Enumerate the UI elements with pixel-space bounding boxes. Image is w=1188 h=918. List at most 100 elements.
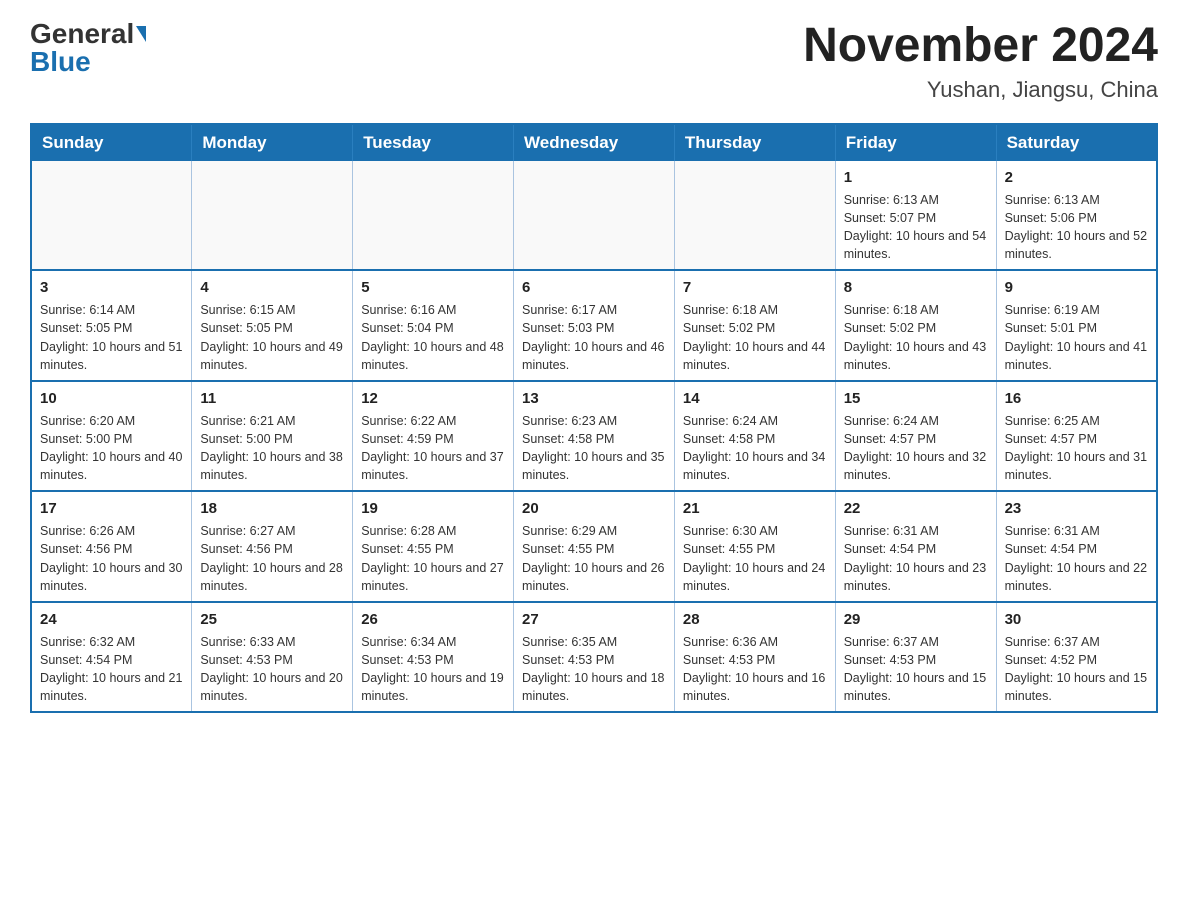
day-number: 27 (522, 609, 666, 630)
day-info: Sunrise: 6:28 AMSunset: 4:55 PMDaylight:… (361, 522, 505, 595)
calendar-day-cell: 17Sunrise: 6:26 AMSunset: 4:56 PMDayligh… (31, 491, 192, 602)
calendar-weekday-header: Monday (192, 124, 353, 161)
day-info: Sunrise: 6:36 AMSunset: 4:53 PMDaylight:… (683, 633, 827, 706)
calendar-day-cell: 2 Sunrise: 6:13 AMSunset: 5:06 PMDaylight… (996, 161, 1157, 271)
calendar-day-cell: 16Sunrise: 6:25 AMSunset: 4:57 PMDayligh… (996, 381, 1157, 492)
day-number: 18 (200, 498, 344, 519)
calendar-day-cell (353, 161, 514, 271)
day-number: 9 (1005, 277, 1148, 298)
calendar-day-cell: 12Sunrise: 6:22 AMSunset: 4:59 PMDayligh… (353, 381, 514, 492)
day-info: Sunrise: 6:21 AMSunset: 5:00 PMDaylight:… (200, 412, 344, 485)
day-info: Sunrise: 6:35 AMSunset: 4:53 PMDaylight:… (522, 633, 666, 706)
day-info: Sunrise: 6:17 AMSunset: 5:03 PMDaylight:… (522, 301, 666, 374)
day-number: 19 (361, 498, 505, 519)
calendar-day-cell: 3 Sunrise: 6:14 AMSunset: 5:05 PMDaylight… (31, 270, 192, 381)
day-number: 11 (200, 388, 344, 409)
calendar-week-row: 24Sunrise: 6:32 AMSunset: 4:54 PMDayligh… (31, 602, 1157, 713)
page-subtitle: Yushan, Jiangsu, China (803, 77, 1158, 103)
calendar-day-cell: 19 Sunrise: 6:28 AMSunset: 4:55 PMDayligh… (353, 491, 514, 602)
calendar-day-cell: 14 Sunrise: 6:24 AMSunset: 4:58 PMDayligh… (674, 381, 835, 492)
day-number: 6 (522, 277, 666, 298)
calendar-day-cell: 4 Sunrise: 6:15 AMSunset: 5:05 PMDaylight… (192, 270, 353, 381)
logo-blue: Blue (30, 48, 91, 76)
calendar-day-cell (514, 161, 675, 271)
day-info: Sunrise: 6:29 AMSunset: 4:55 PMDaylight:… (522, 522, 666, 595)
calendar-day-cell: 1Sunrise: 6:13 AMSunset: 5:07 PMDaylight… (835, 161, 996, 271)
calendar-day-cell: 25 Sunrise: 6:33 AMSunset: 4:53 PMDayligh… (192, 602, 353, 713)
calendar-weekday-header: Wednesday (514, 124, 675, 161)
day-info: Sunrise: 6:18 AMSunset: 5:02 PMDaylight:… (844, 301, 988, 374)
calendar-day-cell: 18 Sunrise: 6:27 AMSunset: 4:56 PMDayligh… (192, 491, 353, 602)
day-info: Sunrise: 6:33 AMSunset: 4:53 PMDaylight:… (200, 633, 344, 706)
logo: General Blue (30, 20, 146, 76)
day-number: 10 (40, 388, 183, 409)
day-info: Sunrise: 6:20 AMSunset: 5:00 PMDaylight:… (40, 412, 183, 485)
calendar-day-cell: 20 Sunrise: 6:29 AMSunset: 4:55 PMDayligh… (514, 491, 675, 602)
calendar-day-cell: 26 Sunrise: 6:34 AMSunset: 4:53 PMDayligh… (353, 602, 514, 713)
calendar-weekday-header: Tuesday (353, 124, 514, 161)
day-info: Sunrise: 6:15 AMSunset: 5:05 PMDaylight:… (200, 301, 344, 374)
day-number: 2 (1005, 167, 1148, 188)
calendar-day-cell: 30 Sunrise: 6:37 AMSunset: 4:52 PMDayligh… (996, 602, 1157, 713)
day-number: 1 (844, 167, 988, 188)
day-number: 28 (683, 609, 827, 630)
logo-general: General (30, 20, 134, 48)
calendar-weekday-header: Saturday (996, 124, 1157, 161)
calendar-week-row: 1Sunrise: 6:13 AMSunset: 5:07 PMDaylight… (31, 161, 1157, 271)
day-info: Sunrise: 6:37 AMSunset: 4:52 PMDaylight:… (1005, 633, 1148, 706)
title-block: November 2024 Yushan, Jiangsu, China (803, 20, 1158, 103)
page-header: General Blue November 2024 Yushan, Jiang… (30, 20, 1158, 103)
calendar-table: SundayMondayTuesdayWednesdayThursdayFrid… (30, 123, 1158, 714)
day-info: Sunrise: 6:18 AMSunset: 5:02 PMDaylight:… (683, 301, 827, 374)
day-number: 30 (1005, 609, 1148, 630)
day-number: 29 (844, 609, 988, 630)
day-info: Sunrise: 6:27 AMSunset: 4:56 PMDaylight:… (200, 522, 344, 595)
calendar-day-cell: 28 Sunrise: 6:36 AMSunset: 4:53 PMDayligh… (674, 602, 835, 713)
calendar-day-cell (192, 161, 353, 271)
calendar-week-row: 17Sunrise: 6:26 AMSunset: 4:56 PMDayligh… (31, 491, 1157, 602)
day-info: Sunrise: 6:22 AMSunset: 4:59 PMDaylight:… (361, 412, 505, 485)
calendar-day-cell: 15 Sunrise: 6:24 AMSunset: 4:57 PMDayligh… (835, 381, 996, 492)
calendar-weekday-header: Friday (835, 124, 996, 161)
day-number: 3 (40, 277, 183, 298)
day-number: 26 (361, 609, 505, 630)
day-number: 15 (844, 388, 988, 409)
calendar-day-cell: 24Sunrise: 6:32 AMSunset: 4:54 PMDayligh… (31, 602, 192, 713)
calendar-week-row: 3 Sunrise: 6:14 AMSunset: 5:05 PMDaylight… (31, 270, 1157, 381)
calendar-day-cell: 11 Sunrise: 6:21 AMSunset: 5:00 PMDayligh… (192, 381, 353, 492)
calendar-day-cell (674, 161, 835, 271)
day-number: 22 (844, 498, 988, 519)
day-info: Sunrise: 6:37 AMSunset: 4:53 PMDaylight:… (844, 633, 988, 706)
day-info: Sunrise: 6:16 AMSunset: 5:04 PMDaylight:… (361, 301, 505, 374)
calendar-day-cell: 6 Sunrise: 6:17 AMSunset: 5:03 PMDaylight… (514, 270, 675, 381)
day-info: Sunrise: 6:34 AMSunset: 4:53 PMDaylight:… (361, 633, 505, 706)
calendar-week-row: 10 Sunrise: 6:20 AMSunset: 5:00 PMDayligh… (31, 381, 1157, 492)
calendar-day-cell: 7Sunrise: 6:18 AMSunset: 5:02 PMDaylight… (674, 270, 835, 381)
calendar-day-cell: 29 Sunrise: 6:37 AMSunset: 4:53 PMDayligh… (835, 602, 996, 713)
day-info: Sunrise: 6:13 AMSunset: 5:06 PMDaylight:… (1005, 191, 1148, 264)
day-info: Sunrise: 6:26 AMSunset: 4:56 PMDaylight:… (40, 522, 183, 595)
calendar-day-cell: 27 Sunrise: 6:35 AMSunset: 4:53 PMDayligh… (514, 602, 675, 713)
page-title: November 2024 (803, 20, 1158, 73)
day-number: 20 (522, 498, 666, 519)
calendar-day-cell: 9 Sunrise: 6:19 AMSunset: 5:01 PMDaylight… (996, 270, 1157, 381)
calendar-day-cell: 23 Sunrise: 6:31 AMSunset: 4:54 PMDayligh… (996, 491, 1157, 602)
day-number: 14 (683, 388, 827, 409)
day-number: 5 (361, 277, 505, 298)
calendar-weekday-header: Thursday (674, 124, 835, 161)
calendar-day-cell: 8Sunrise: 6:18 AMSunset: 5:02 PMDaylight… (835, 270, 996, 381)
calendar-day-cell: 13Sunrise: 6:23 AMSunset: 4:58 PMDayligh… (514, 381, 675, 492)
day-number: 23 (1005, 498, 1148, 519)
calendar-header-row: SundayMondayTuesdayWednesdayThursdayFrid… (31, 124, 1157, 161)
day-info: Sunrise: 6:31 AMSunset: 4:54 PMDaylight:… (844, 522, 988, 595)
day-info: Sunrise: 6:25 AMSunset: 4:57 PMDaylight:… (1005, 412, 1148, 485)
day-info: Sunrise: 6:19 AMSunset: 5:01 PMDaylight:… (1005, 301, 1148, 374)
day-number: 13 (522, 388, 666, 409)
day-number: 4 (200, 277, 344, 298)
day-info: Sunrise: 6:14 AMSunset: 5:05 PMDaylight:… (40, 301, 183, 374)
day-number: 25 (200, 609, 344, 630)
calendar-day-cell (31, 161, 192, 271)
day-info: Sunrise: 6:24 AMSunset: 4:57 PMDaylight:… (844, 412, 988, 485)
day-info: Sunrise: 6:24 AMSunset: 4:58 PMDaylight:… (683, 412, 827, 485)
day-info: Sunrise: 6:31 AMSunset: 4:54 PMDaylight:… (1005, 522, 1148, 595)
